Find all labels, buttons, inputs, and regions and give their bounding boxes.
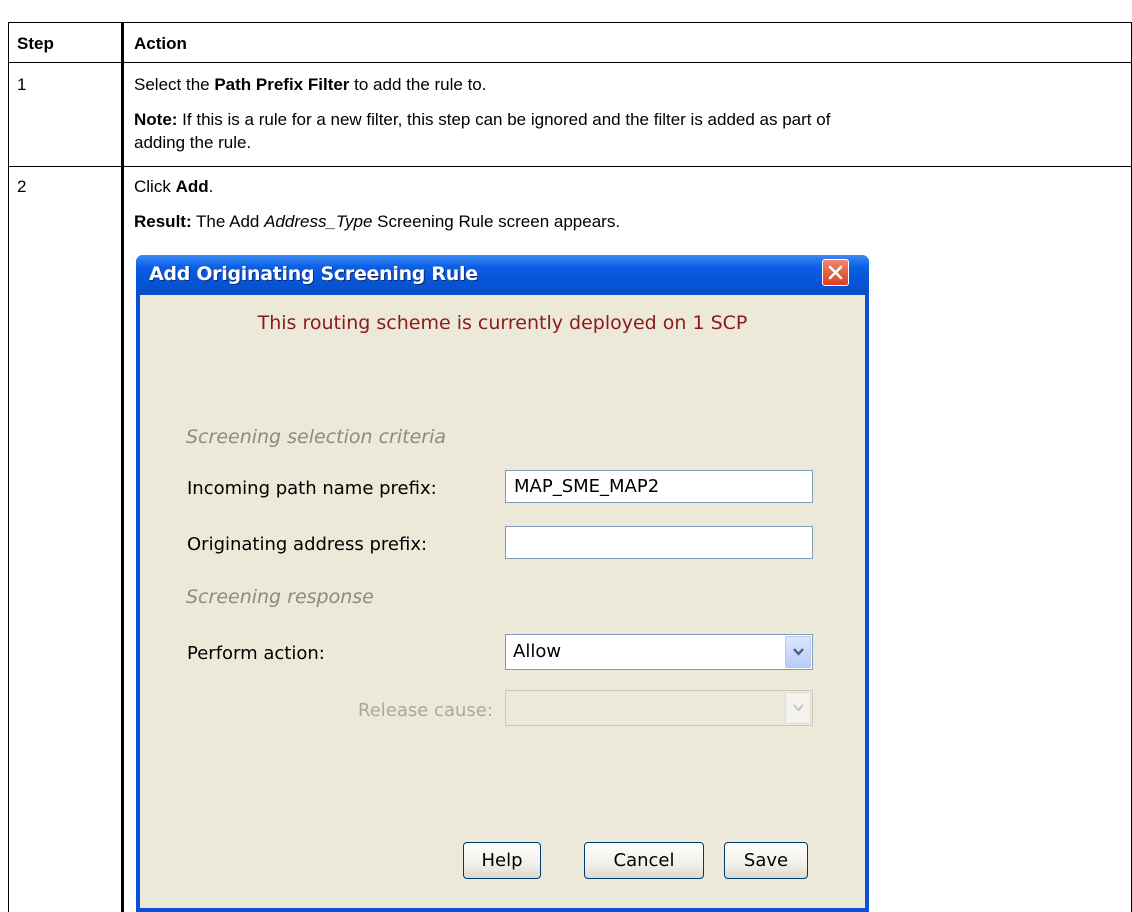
path-prefix-filter-term: Path Prefix Filter (214, 75, 350, 94)
incoming-path-prefix-input[interactable]: MAP_SME_MAP2 (505, 470, 813, 503)
add-term: Add (175, 177, 209, 196)
header-step: Step (17, 34, 54, 53)
header-divider (8, 62, 1132, 63)
cancel-button[interactable]: Cancel (584, 842, 704, 879)
step-1-suffix: to add the rule to. (349, 75, 487, 94)
row-divider (8, 166, 1132, 167)
incoming-path-label: Incoming path name prefix: (187, 478, 437, 499)
step-1-instruction: Select the Path Prefix Filter to add the… (134, 74, 486, 95)
perform-action-select[interactable]: Allow (505, 634, 813, 670)
section-screening-selection-criteria: Screening selection criteria (186, 426, 447, 448)
chevron-down-icon (793, 704, 804, 712)
note-text-1: If this is a rule for a new filter, this… (177, 110, 831, 129)
result-label: Result: (134, 212, 192, 231)
perform-action-dropdown-button[interactable] (785, 636, 811, 668)
step-number-1: 1 (17, 75, 27, 94)
close-icon (828, 265, 843, 280)
step-number-2: 2 (17, 177, 27, 196)
result-pre: The Add (191, 212, 265, 231)
table-top-border (8, 22, 1132, 23)
note-label: Note: (134, 110, 178, 129)
originating-address-label: Originating address prefix: (187, 534, 428, 555)
step-2-prefix: Click (134, 177, 176, 196)
release-cause-dropdown-button[interactable] (785, 692, 811, 724)
originating-address-prefix-input[interactable] (505, 526, 813, 559)
result-post: Screening Rule screen appears. (372, 212, 621, 231)
perform-action-label: Perform action: (187, 643, 325, 664)
address-type-term: Address_Type (264, 212, 373, 231)
dialog-title-bar[interactable]: Add Originating Screening Rule (136, 255, 869, 295)
help-button[interactable]: Help (463, 842, 541, 879)
header-action: Action (134, 34, 187, 53)
release-cause-select[interactable] (505, 690, 813, 726)
step-2-instruction: Click Add. (134, 176, 213, 197)
step-1-note: Note: If this is a rule for a new filter… (134, 109, 830, 130)
table-left-border (8, 22, 9, 912)
perform-action-value: Allow (513, 641, 562, 662)
section-screening-response: Screening response (186, 586, 374, 608)
save-button[interactable]: Save (724, 842, 808, 879)
deployment-message: This routing scheme is currently deploye… (257, 312, 748, 334)
step-2-suffix: . (208, 177, 214, 196)
column-divider (121, 22, 124, 912)
step-1-note-cont: adding the rule. (134, 133, 252, 152)
dialog-body: This routing scheme is currently deploye… (140, 295, 865, 908)
step-2-result: Result: The Add Address_Type Screening R… (134, 211, 620, 232)
close-button[interactable] (822, 259, 849, 286)
release-cause-label: Release cause: (358, 700, 493, 721)
chevron-down-icon (793, 648, 804, 656)
dialog-title: Add Originating Screening Rule (149, 263, 478, 285)
add-originating-screening-rule-dialog: Add Originating Screening Rule This rout… (136, 255, 869, 912)
step-1-prefix: Select the (134, 75, 215, 94)
